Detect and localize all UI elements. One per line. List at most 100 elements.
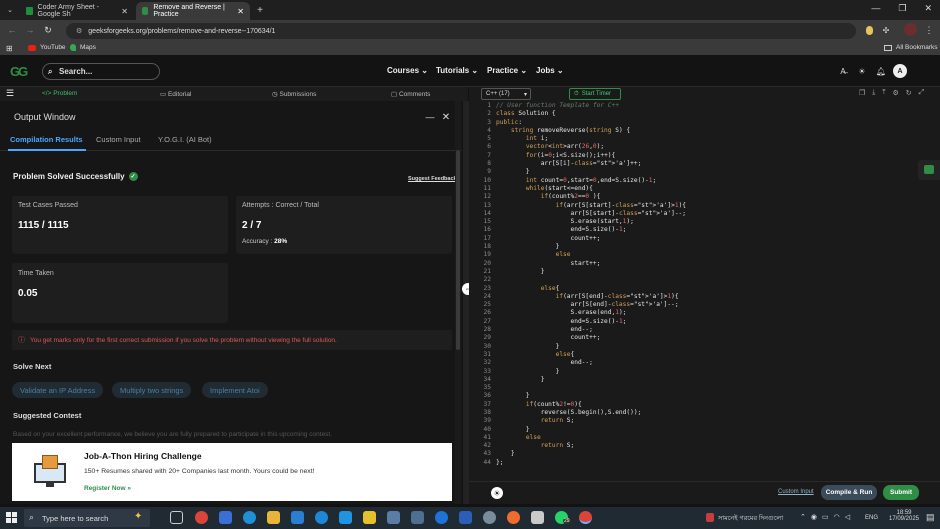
- language-select[interactable]: C++ (17) ▾: [481, 88, 531, 100]
- word-icon[interactable]: [459, 511, 472, 524]
- code-line[interactable]: }: [496, 376, 686, 384]
- code-line[interactable]: while(start<=end){: [496, 185, 686, 193]
- fullscreen-icon[interactable]: ⤢: [919, 89, 925, 97]
- browser-tab-gfg[interactable]: Remove and Reverse | Practice ✕: [136, 2, 250, 20]
- nav-courses[interactable]: Courses ⌄: [387, 66, 428, 75]
- code-line[interactable]: else{: [496, 285, 686, 293]
- left-scrollbar-thumb[interactable]: [456, 150, 460, 350]
- upload-icon[interactable]: ⤒: [882, 89, 885, 97]
- code-line[interactable]: }: [496, 343, 686, 351]
- new-tab-button[interactable]: +: [254, 3, 266, 17]
- copilot-icon[interactable]: [219, 511, 232, 524]
- code-line[interactable]: else: [496, 251, 686, 259]
- contest-banner[interactable]: Job-A-Thon Hiring Challenge 150+ Resumes…: [12, 443, 452, 501]
- code-line[interactable]: }: [496, 426, 686, 434]
- windows-start-icon[interactable]: [6, 512, 17, 523]
- store-icon[interactable]: [339, 511, 352, 524]
- task-view-icon[interactable]: [170, 511, 183, 524]
- user-avatar[interactable]: A: [893, 64, 907, 78]
- reload-icon[interactable]: ↻: [42, 24, 54, 36]
- chrome-icon[interactable]: [195, 511, 208, 524]
- sticky-notes-icon[interactable]: [363, 511, 376, 524]
- register-now-link[interactable]: Register Now »: [84, 485, 131, 492]
- custom-input-link[interactable]: Custom Input: [778, 489, 814, 495]
- compile-run-button[interactable]: Compile & Run: [821, 485, 877, 500]
- code-line[interactable]: count++;: [496, 334, 686, 342]
- code-line[interactable]: end--;: [496, 359, 686, 367]
- reset-icon[interactable]: ↻: [906, 89, 912, 97]
- notification-center-icon[interactable]: ▤: [926, 512, 935, 523]
- notification-bell-icon[interactable]: 🔔︎: [876, 66, 886, 76]
- code-line[interactable]: start++;: [496, 260, 686, 268]
- close-icon[interactable]: ✕: [237, 7, 244, 16]
- tab-problem[interactable]: </> Problem: [42, 90, 77, 97]
- code-line[interactable]: [496, 384, 686, 392]
- theme-toggle-icon[interactable]: ☀: [491, 487, 503, 499]
- edge-icon[interactable]: [243, 511, 256, 524]
- solve-next-chip[interactable]: Multiply two strings: [112, 382, 192, 398]
- site-info-icon[interactable]: ⚙: [76, 27, 82, 35]
- code-line[interactable]: arr[S[i]-class="st">'a']++;: [496, 160, 686, 168]
- solve-next-chip[interactable]: Validate an IP Address: [12, 382, 104, 398]
- code-line[interactable]: int count=0,start=0,end=S.size()-1;: [496, 177, 686, 185]
- profile-avatar[interactable]: [904, 23, 917, 36]
- wifi-icon[interactable]: ◠: [834, 513, 840, 521]
- weather-text[interactable]: সামনেই গরমের দিনগুলো: [718, 513, 783, 524]
- code-line[interactable]: S.erase(end,1);: [496, 309, 686, 317]
- hamburger-menu-icon[interactable]: ☰: [6, 88, 14, 99]
- chevron-up-icon[interactable]: ⌃: [800, 513, 806, 521]
- code-line[interactable]: arr[S[end]-class="st">'a']--;: [496, 301, 686, 309]
- code-line[interactable]: if(count%2==0 ){: [496, 193, 686, 201]
- tab-search-icon[interactable]: ⌄: [4, 4, 16, 16]
- tab-yogi-ai-bot[interactable]: Y.O.G.I. (AI Bot): [158, 135, 212, 144]
- chat-side-button[interactable]: [918, 160, 940, 180]
- browser-tab-sheets[interactable]: Coder Army Sheet - Google Sh ✕: [20, 2, 134, 20]
- close-icon[interactable]: ✕: [121, 7, 128, 16]
- close-window-icon[interactable]: ✕: [924, 3, 932, 14]
- network-icon[interactable]: ▭: [822, 513, 829, 521]
- tab-editorial[interactable]: ▭ Editorial: [160, 90, 191, 98]
- suggest-feedback-link[interactable]: Suggest Feedback: [408, 176, 457, 182]
- code-line[interactable]: return S;: [496, 442, 686, 450]
- extensions-puzzle-icon[interactable]: ✣: [880, 24, 892, 36]
- code-line[interactable]: else{: [496, 351, 686, 359]
- maximize-icon[interactable]: ❐: [898, 3, 906, 14]
- tab-submissions[interactable]: ◷ Submissions: [272, 90, 316, 98]
- all-bookmarks[interactable]: All Bookmarks: [884, 44, 938, 51]
- code-line[interactable]: }: [496, 243, 686, 251]
- code-line[interactable]: }: [496, 168, 686, 176]
- forward-icon[interactable]: →: [24, 24, 36, 36]
- settings-icon[interactable]: ⚙: [893, 89, 899, 97]
- camera-icon[interactable]: [387, 511, 400, 524]
- tab-compilation-results[interactable]: Compilation Results: [10, 135, 83, 144]
- code-line[interactable]: return S;: [496, 417, 686, 425]
- nav-jobs[interactable]: Jobs ⌄: [536, 66, 564, 75]
- mail-icon[interactable]: [291, 511, 304, 524]
- code-line[interactable]: };: [496, 459, 686, 467]
- download-icon[interactable]: ⤓: [872, 89, 875, 97]
- code-line[interactable]: public:: [496, 119, 686, 127]
- bookmark-youtube[interactable]: YouTube: [28, 44, 66, 51]
- firefox-icon[interactable]: [507, 511, 520, 524]
- tab-comments[interactable]: ▢ Comments: [391, 90, 430, 98]
- nav-tutorials[interactable]: Tutorials ⌄: [436, 66, 478, 75]
- submit-button[interactable]: Submit: [883, 485, 919, 500]
- code-line[interactable]: reverse(S.begin(),S.end());: [496, 409, 686, 417]
- copy-icon[interactable]: ❐: [859, 89, 865, 97]
- code-line[interactable]: end=S.size()-1;: [496, 226, 686, 234]
- file-explorer-icon[interactable]: [267, 511, 280, 524]
- code-line[interactable]: [496, 276, 686, 284]
- code-line[interactable]: else: [496, 434, 686, 442]
- translate-icon[interactable]: A̶: [838, 66, 848, 76]
- code-content[interactable]: // User function Template for C++ class S…: [496, 102, 686, 467]
- code-line[interactable]: if(arr[S[end]-class="st">'a']>1){: [496, 293, 686, 301]
- code-line[interactable]: arr[S[start]-class="st">'a']--;: [496, 210, 687, 218]
- code-line[interactable]: if(arr[S[start]-class="st">'a']>1){: [496, 202, 686, 210]
- theme-sun-icon[interactable]: ☀: [857, 66, 867, 76]
- close-panel-icon[interactable]: ✕: [441, 112, 451, 123]
- calculator-icon[interactable]: [411, 511, 424, 524]
- minimize-panel-icon[interactable]: —: [425, 112, 435, 122]
- code-line[interactable]: }: [496, 268, 686, 276]
- code-line[interactable]: }: [496, 450, 686, 458]
- code-line[interactable]: string removeReverse(string S) {: [496, 127, 686, 135]
